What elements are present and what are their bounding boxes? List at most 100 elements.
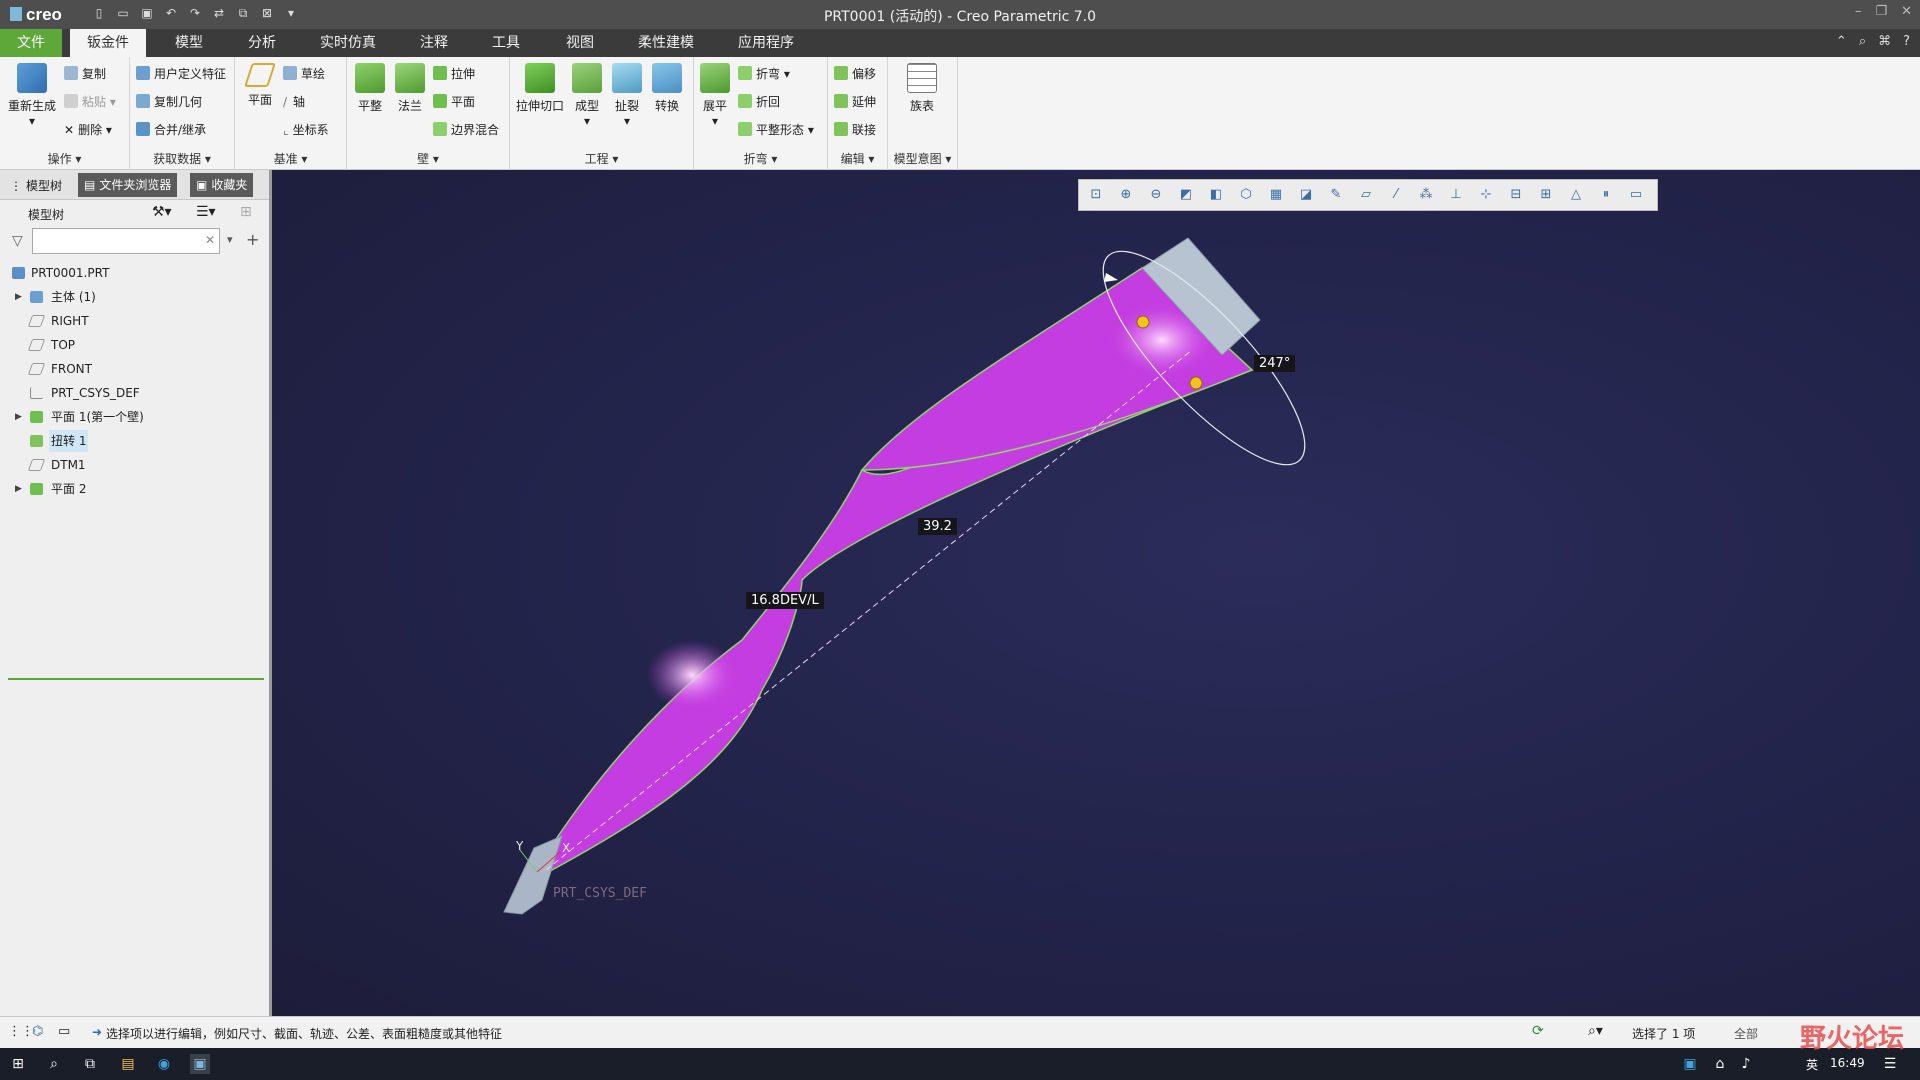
edge-icon[interactable]: ◉ — [154, 1054, 174, 1074]
group-label-walls[interactable]: 壁 ▾ — [347, 150, 509, 167]
tree-item[interactable]: ▶ 平面 1(第一个壁) — [0, 406, 265, 428]
tab-applications[interactable]: 应用程序 — [726, 29, 806, 57]
convert-button[interactable]: 转换 — [650, 63, 684, 114]
twist-dimension[interactable]: 39.2 — [918, 518, 957, 535]
selection-filter[interactable]: 全部 — [1734, 1025, 1758, 1042]
tab-model-tree[interactable]: ⋮ 模型树 — [10, 177, 62, 194]
help-icon[interactable]: ? — [1903, 34, 1910, 49]
tab-file[interactable]: 文件 — [0, 29, 62, 57]
tree-item[interactable]: DTM1 — [0, 454, 265, 476]
bend-back-button[interactable]: 折回 — [738, 93, 780, 110]
tree-item-selected[interactable]: 扭转 1 — [0, 430, 265, 452]
close-icon[interactable]: ✕ — [1901, 4, 1912, 19]
nav-toggle-icon[interactable]: ⋮⋮ — [8, 1024, 34, 1039]
copy-button[interactable]: 复制 — [64, 65, 106, 82]
network-icon[interactable]: ⌂ — [1710, 1054, 1730, 1074]
clock[interactable]: 16:49 — [1830, 1056, 1865, 1070]
volume-icon[interactable]: ♪ — [1736, 1054, 1756, 1074]
tab-flexible-modeling[interactable]: 柔性建模 — [626, 29, 706, 57]
tab-folder-browser[interactable]: ▤ 文件夹浏览器 — [78, 173, 178, 197]
paste-button[interactable]: 粘贴 ▾ — [64, 93, 116, 110]
copy-geometry-button[interactable]: 复制几何 — [136, 93, 202, 110]
tree-expander[interactable]: ▶ — [15, 406, 22, 428]
udf-button[interactable]: 用户定义特征 — [136, 65, 226, 82]
group-label-operations[interactable]: 操作 ▾ — [0, 150, 129, 167]
collapse-ribbon-icon[interactable]: ⌃ — [1836, 34, 1847, 49]
browser-toggle-icon[interactable]: ⌬ — [32, 1024, 43, 1039]
group-label-bends[interactable]: 折弯 ▾ — [694, 150, 827, 167]
tab-view[interactable]: 视图 — [554, 29, 606, 57]
sketch-button[interactable]: 草绘 — [283, 65, 325, 82]
drag-handle[interactable] — [1136, 315, 1150, 329]
restore-icon[interactable]: ❐ — [1875, 4, 1887, 19]
drag-handle[interactable] — [1189, 376, 1203, 390]
clear-search-icon[interactable]: ✕ — [205, 233, 215, 247]
tree-item[interactable]: ▶ 主体 (1) — [0, 286, 265, 308]
search-icon[interactable]: ⌕ — [1859, 34, 1866, 49]
group-label-datum[interactable]: 基准 ▾ — [235, 150, 346, 167]
tree-item[interactable]: PRT_CSYS_DEF — [0, 382, 265, 404]
tab-tools[interactable]: 工具 — [480, 29, 532, 57]
tree-settings-icon[interactable]: ⚒▾ — [152, 204, 172, 220]
input-language[interactable]: 英 — [1806, 1056, 1818, 1073]
flat-wall-start[interactable] — [503, 835, 563, 915]
tree-item[interactable]: ▶ 平面 2 — [0, 478, 265, 500]
community-icon[interactable]: ⌘ — [1878, 34, 1891, 49]
flat-wall-button[interactable]: 平面 — [433, 93, 475, 110]
merge-inherit-button[interactable]: 合并/继承 — [136, 121, 206, 138]
find-icon[interactable]: ⌕▾ — [1588, 1023, 1603, 1039]
tree-columns-icon[interactable]: ⊞ — [240, 204, 252, 220]
extrude-cut-button[interactable]: 拉伸切口 — [516, 63, 564, 114]
extend-button[interactable]: 延伸 — [834, 93, 876, 110]
extrude-wall-button[interactable]: 拉伸 — [433, 65, 475, 82]
redo-icon[interactable]: ↷ — [186, 4, 204, 22]
minimize-icon[interactable]: – — [1855, 4, 1862, 19]
tree-item[interactable]: TOP — [0, 334, 265, 356]
axis-button[interactable]: / 轴 — [283, 93, 305, 110]
graphics-window[interactable]: ⊡ ⊕ ⊖ ◩ ◧ ⬡ ▦ ◪ ✎ ▱ ⁄ ⁂ ⊥ ⊹ ⊟ ⊞ △ ⏸ ▭ Y … — [272, 170, 1920, 1016]
windows-icon[interactable]: ⧉ — [234, 4, 252, 22]
task-view-icon[interactable]: ⧉ — [80, 1054, 100, 1074]
regenerate-icon[interactable]: ⇄ — [210, 4, 228, 22]
search-options-icon[interactable]: ▾ — [227, 233, 233, 246]
group-label-engineering[interactable]: 工程 ▾ — [510, 150, 693, 167]
tree-item[interactable]: RIGHT — [0, 310, 265, 332]
tab-annotate[interactable]: 注释 — [408, 29, 460, 57]
filter-icon[interactable]: ▽ — [12, 233, 23, 249]
fullscreen-icon[interactable]: ▭ — [58, 1024, 70, 1039]
delete-button[interactable]: ✕ 删除 ▾ — [64, 121, 112, 138]
regenerate-status-icon[interactable]: ⟳ — [1532, 1023, 1544, 1039]
flat-pattern-button[interactable]: 平整形态 ▾ — [738, 121, 814, 138]
new-file-icon[interactable]: ▯ — [90, 4, 108, 22]
datum-plane-button[interactable]: 平面 — [243, 63, 277, 108]
file-explorer-icon[interactable]: ▤ — [118, 1054, 138, 1074]
model-canvas[interactable]: Y X PRT_CSYS_DEF — [272, 170, 1920, 1016]
tab-model[interactable]: 模型 — [163, 29, 215, 57]
open-file-icon[interactable]: ▭ — [114, 4, 132, 22]
tree-item[interactable]: FRONT — [0, 358, 265, 380]
group-label-editing[interactable]: 编辑 ▾ — [828, 150, 887, 167]
boundary-blend-button[interactable]: 边界混合 — [433, 121, 499, 138]
save-icon[interactable]: ▣ — [138, 4, 156, 22]
unbend-button[interactable]: 展平 ▾ — [698, 63, 732, 128]
form-button[interactable]: 成型 ▾ — [570, 63, 604, 128]
join-button[interactable]: 联接 — [834, 121, 876, 138]
customize-toolbar-icon[interactable]: ▾ — [282, 4, 300, 22]
tree-expander[interactable]: ▶ — [15, 286, 22, 308]
group-label-get-data[interactable]: 获取数据 ▾ — [130, 150, 234, 167]
planar-wall-button[interactable]: 平整 — [353, 63, 387, 114]
family-table-button[interactable]: 族表 — [904, 63, 940, 114]
angle-dimension[interactable]: 247° — [1254, 355, 1296, 372]
bend-button[interactable]: 折弯 ▾ — [738, 65, 790, 82]
tab-analysis[interactable]: 分析 — [236, 29, 288, 57]
tab-favorites[interactable]: ▣ 收藏夹 — [190, 173, 254, 197]
tree-expander[interactable]: ▶ — [15, 478, 22, 500]
search-icon[interactable]: ⌕ — [44, 1054, 64, 1074]
group-label-model-intent[interactable]: 模型意图 ▾ — [888, 150, 957, 167]
flange-button[interactable]: 法兰 — [393, 63, 427, 114]
add-icon[interactable]: + — [246, 230, 259, 249]
start-icon[interactable]: ⊞ — [8, 1054, 28, 1074]
offset-button[interactable]: 偏移 — [834, 65, 876, 82]
close-window-icon[interactable]: ⊠ — [258, 4, 276, 22]
notification-icon[interactable]: ☰ — [1880, 1054, 1900, 1074]
